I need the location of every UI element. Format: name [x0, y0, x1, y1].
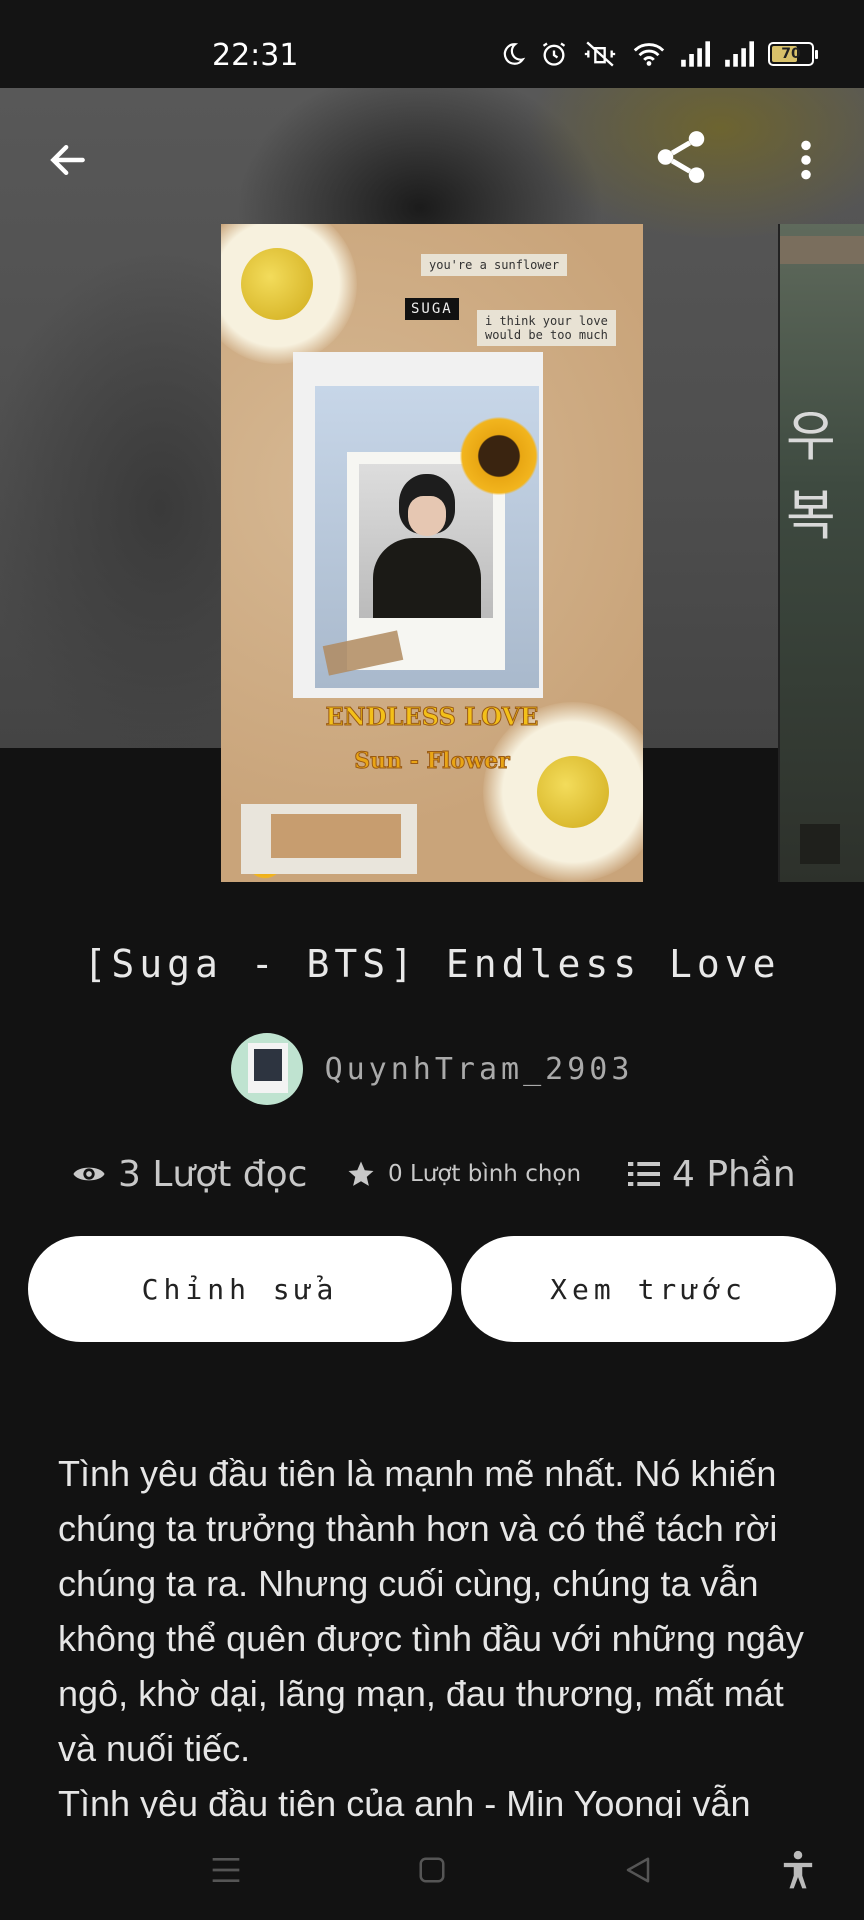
back-button[interactable]: [36, 128, 100, 192]
votes-stat: 0 Lượt bình chọn: [346, 1148, 581, 1200]
author-row[interactable]: QuynhTram_2903: [0, 1033, 864, 1105]
share-icon: [657, 131, 705, 183]
preview-button[interactable]: Xem trước: [461, 1236, 836, 1342]
cover-suga-tag: SUGA: [405, 298, 459, 320]
story-cover[interactable]: you're a sunflower SUGA i think your lov…: [221, 224, 643, 882]
description-paragraph-1: Tình yêu đầu tiên là mạnh mẽ nhất. Nó kh…: [58, 1453, 804, 1769]
battery-icon: 70: [768, 42, 818, 66]
reads-stat: 3 Lượt đọc: [72, 1148, 307, 1200]
recent-apps-button[interactable]: [204, 1848, 248, 1892]
cover-note-1: you're a sunflower: [421, 254, 568, 276]
edit-button[interactable]: Chỉnh sửa: [28, 1236, 452, 1342]
home-button[interactable]: [410, 1848, 454, 1892]
menu-icon: [212, 1858, 240, 1882]
accessibility-button[interactable]: [776, 1848, 820, 1892]
back-arrow-icon: [50, 144, 85, 176]
status-bar: 22:31 70: [0, 0, 864, 88]
accessibility-icon: [783, 1850, 813, 1889]
description-paragraph-2: Tình yêu đầu tiên của anh - Min Yoongi v…: [58, 1783, 751, 1818]
next-story-cover[interactable]: 우복: [778, 224, 864, 882]
status-icons: 70: [500, 40, 818, 68]
author-name[interactable]: QuynhTram_2903: [325, 1052, 634, 1087]
next-cover-text: 우복: [786, 405, 836, 547]
avatar[interactable]: [230, 1033, 303, 1105]
parts-stat: 4 Phần: [628, 1148, 796, 1200]
alarm-icon: [542, 42, 566, 66]
votes-count: 0 Lượt bình chọn: [388, 1161, 582, 1187]
reads-count: 3 Lượt đọc: [118, 1153, 308, 1195]
story-title: [Suga - BTS] Endless Love: [83, 942, 781, 986]
story-stats: 3 Lượt đọc 0 Lượt bình chọn 4 Phần: [0, 1148, 864, 1200]
wifi-icon: [633, 43, 665, 66]
moon-icon: [503, 43, 526, 65]
list-icon: [628, 1162, 660, 1186]
cover-title-2: Sun - Flower: [354, 748, 511, 775]
back-triangle-icon: [626, 1857, 650, 1883]
star-icon: [348, 1161, 374, 1186]
more-vert-icon: [801, 140, 811, 180]
eye-icon: [73, 1167, 105, 1181]
status-time: 22:31: [212, 38, 299, 73]
share-button[interactable]: [646, 122, 716, 192]
signal-icon: [725, 41, 754, 67]
system-back-button[interactable]: [616, 1848, 660, 1892]
signal-icon: [681, 41, 710, 67]
home-square-icon: [419, 1857, 445, 1883]
battery-level: 70: [781, 46, 801, 62]
cover-title-1: ENDLESS LOVE: [325, 702, 539, 732]
system-nav-bar: [0, 1818, 864, 1920]
vibrate-off-icon: [584, 41, 616, 67]
sunflower: [457, 414, 541, 498]
cover-note-2: i think your love would be too much: [477, 310, 616, 346]
story-description: Tình yêu đầu tiên là mạnh mẽ nhất. Nó kh…: [58, 1446, 818, 1818]
parts-count: 4 Phần: [672, 1153, 796, 1195]
cover-ticket-inner: [271, 814, 401, 858]
more-options-button[interactable]: [786, 128, 826, 192]
